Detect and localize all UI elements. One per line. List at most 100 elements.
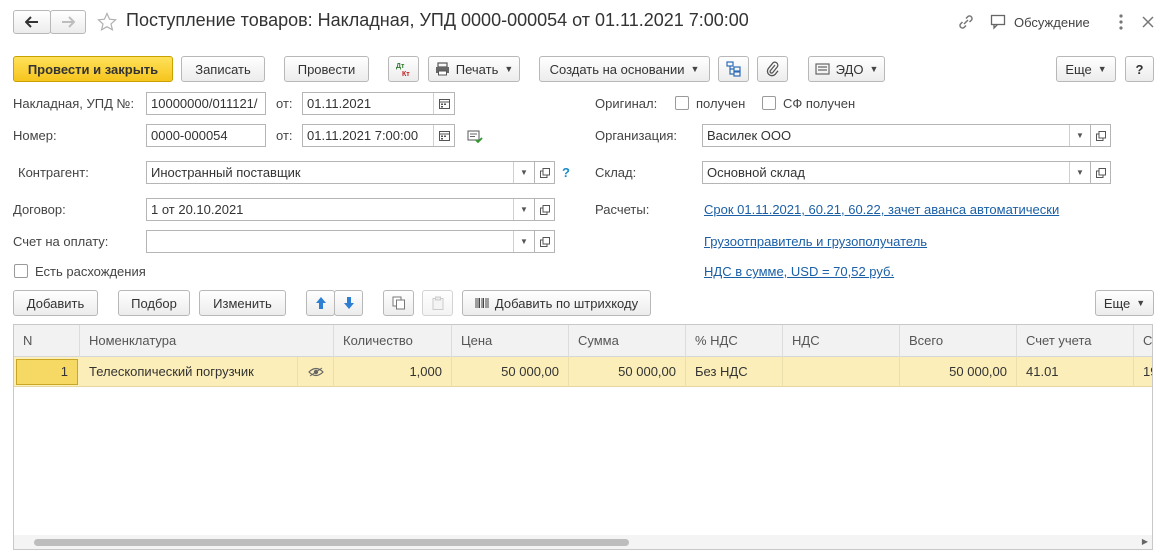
vat-amount-link[interactable]: НДС в сумме, USD = 70,52 руб. xyxy=(704,264,894,279)
approval-status-icon[interactable] xyxy=(466,127,484,145)
scrollbar-thumb[interactable] xyxy=(34,539,629,546)
organization-label: Организация: xyxy=(595,128,678,143)
add-by-barcode-label: Добавить по штрихкоду xyxy=(494,295,639,311)
cell-vat[interactable] xyxy=(783,357,900,387)
organization-field[interactable]: Василек ООО ▼ xyxy=(702,124,1091,147)
column-header-price[interactable]: Цена xyxy=(452,325,569,357)
payment-invoice-field[interactable]: ▼ xyxy=(146,230,535,253)
add-row-button[interactable]: Добавить xyxy=(13,290,98,316)
copy-row-button[interactable] xyxy=(383,290,414,316)
invoice-date-field[interactable]: 01.11.2021 xyxy=(302,92,455,115)
column-header-quantity[interactable]: Количество xyxy=(334,325,452,357)
column-header-vat-rate[interactable]: % НДС xyxy=(686,325,783,357)
save-button[interactable]: Записать xyxy=(181,56,265,82)
more-vertical-icon[interactable] xyxy=(1113,12,1129,32)
post-button[interactable]: Провести xyxy=(284,56,369,82)
chevron-down-icon[interactable]: ▼ xyxy=(1069,125,1090,146)
contract-open-button[interactable] xyxy=(534,198,555,221)
forward-button[interactable] xyxy=(50,10,86,34)
table-more-button[interactable]: Еще ▼ xyxy=(1095,290,1154,316)
move-up-button[interactable] xyxy=(306,290,335,316)
sf-received-checkbox[interactable] xyxy=(762,96,776,110)
discussion-button[interactable]: Обсуждение xyxy=(990,12,1090,32)
scroll-right-icon[interactable]: ▶ xyxy=(1142,537,1148,546)
cell-total[interactable]: 50 000,00 xyxy=(900,357,1017,387)
chevron-down-icon[interactable]: ▼ xyxy=(513,162,534,183)
contract-label: Договор: xyxy=(13,202,66,217)
hierarchy-icon xyxy=(725,61,741,77)
link-icon[interactable] xyxy=(956,12,976,32)
column-header-total[interactable]: Всего xyxy=(900,325,1017,357)
help-button[interactable]: ? xyxy=(1125,56,1154,82)
move-down-button[interactable] xyxy=(334,290,363,316)
organization-open-button[interactable] xyxy=(1090,124,1111,147)
chevron-down-icon[interactable]: ▼ xyxy=(513,231,534,252)
edo-icon xyxy=(815,62,830,76)
add-by-barcode-button[interactable]: Добавить по штрихкоду xyxy=(462,290,651,316)
contract-field[interactable]: 1 от 20.10.2021 ▼ xyxy=(146,198,535,221)
warehouse-open-button[interactable] xyxy=(1090,161,1111,184)
number-field[interactable]: 0000-000054 xyxy=(146,124,266,147)
open-window-icon xyxy=(539,204,550,215)
chevron-down-icon[interactable]: ▼ xyxy=(1069,162,1090,183)
cell-vat-account[interactable]: 19 xyxy=(1134,357,1152,387)
open-window-icon xyxy=(539,236,550,247)
received-checkbox[interactable] xyxy=(675,96,689,110)
goods-table[interactable]: N Номенклатура Количество Цена Сумма % Н… xyxy=(13,324,1153,550)
cell-price[interactable]: 50 000,00 xyxy=(452,357,569,387)
close-icon[interactable] xyxy=(1140,13,1156,31)
counterparty-help-icon[interactable]: ? xyxy=(562,165,570,180)
edit-button[interactable]: Изменить xyxy=(199,290,286,316)
copy-icon xyxy=(392,296,405,310)
horizontal-scrollbar[interactable]: ▶ xyxy=(14,535,1152,549)
characteristic-eye-icon[interactable] xyxy=(297,357,333,387)
column-header-nomenclature[interactable]: Номенклатура xyxy=(80,325,334,357)
column-header-n[interactable]: N xyxy=(14,325,80,357)
structure-button[interactable] xyxy=(718,56,749,82)
table-row[interactable]: 1 Телескопический погрузчик 1,000 50 000… xyxy=(14,357,1152,387)
number-date-value: 01.11.2021 7:00:00 xyxy=(307,128,419,143)
warehouse-value: Основной склад xyxy=(707,165,805,180)
cell-n[interactable]: 1 xyxy=(16,359,78,385)
cell-vat-rate[interactable]: Без НДС xyxy=(686,357,783,387)
calendar-icon[interactable] xyxy=(433,93,454,114)
pick-button[interactable]: Подбор xyxy=(118,290,190,316)
counterparty-field[interactable]: Иностранный поставщик ▼ xyxy=(146,161,535,184)
counterparty-open-button[interactable] xyxy=(534,161,555,184)
cell-quantity[interactable]: 1,000 xyxy=(334,357,452,387)
favorite-star-icon[interactable] xyxy=(96,11,118,33)
cell-sum[interactable]: 50 000,00 xyxy=(569,357,686,387)
paste-row-button[interactable] xyxy=(422,290,453,316)
column-header-vat[interactable]: НДС xyxy=(783,325,900,357)
column-header-sum[interactable]: Сумма xyxy=(569,325,686,357)
attachment-button[interactable] xyxy=(757,56,788,82)
print-label: Печать xyxy=(455,61,499,77)
shipper-consignee-link[interactable]: Грузоотправитель и грузополучатель xyxy=(704,234,927,249)
more-actions-button[interactable]: Еще ▼ xyxy=(1056,56,1116,82)
cell-nomenclature[interactable]: Телескопический погрузчик xyxy=(80,357,334,387)
open-window-icon xyxy=(1095,167,1106,178)
discrepancy-checkbox[interactable] xyxy=(14,264,28,278)
dt-kt-button[interactable]: Дт Кт xyxy=(388,56,419,82)
debit-credit-icon: ДтКт xyxy=(396,63,410,78)
invoice-date-value: 01.11.2021 xyxy=(307,96,372,111)
number-date-field[interactable]: 01.11.2021 7:00:00 xyxy=(302,124,455,147)
settlements-link[interactable]: Срок 01.11.2021, 60.21, 60.22, зачет ава… xyxy=(704,202,1059,217)
discrepancy-label: Есть расхождения xyxy=(35,264,146,279)
print-button[interactable]: Печать ▼ xyxy=(428,56,520,82)
payment-invoice-label: Счет на оплату: xyxy=(13,234,109,249)
warehouse-field[interactable]: Основной склад ▼ xyxy=(702,161,1091,184)
chevron-down-icon[interactable]: ▼ xyxy=(513,199,534,220)
back-button[interactable] xyxy=(13,10,51,34)
column-header-vat-account[interactable]: Сч xyxy=(1134,325,1152,357)
calendar-icon[interactable] xyxy=(433,125,454,146)
post-and-close-button[interactable]: Провести и закрыть xyxy=(13,56,173,82)
arrow-left-icon xyxy=(25,16,38,28)
create-based-on-button[interactable]: Создать на основании ▼ xyxy=(539,56,710,82)
column-header-account[interactable]: Счет учета xyxy=(1017,325,1134,357)
edo-button[interactable]: ЭДО ▼ xyxy=(808,56,885,82)
edo-label: ЭДО xyxy=(835,61,864,77)
payment-invoice-open-button[interactable] xyxy=(534,230,555,253)
invoice-number-field[interactable]: 10000000/011121/ xyxy=(146,92,266,115)
cell-account[interactable]: 41.01 xyxy=(1017,357,1134,387)
